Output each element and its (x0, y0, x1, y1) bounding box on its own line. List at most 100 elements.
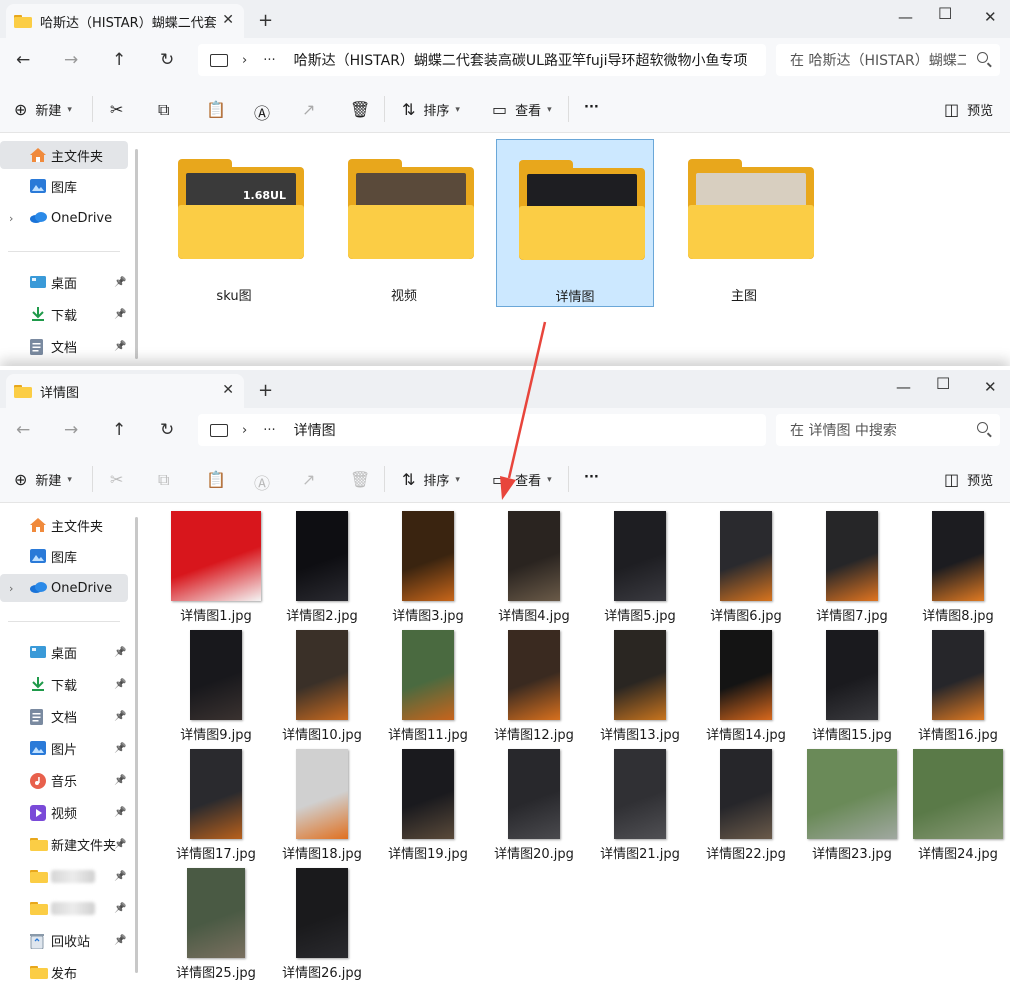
copy-button[interactable]: ⧉ (158, 470, 177, 490)
chevron-right-icon[interactable]: › (242, 53, 247, 68)
file-item[interactable]: 详情图5.jpg (587, 511, 693, 630)
sidebar-item[interactable]: 图库 (0, 542, 128, 570)
file-item[interactable]: 详情图19.jpg (375, 749, 481, 868)
delete-button[interactable]: 🗑 (350, 470, 378, 489)
file-item[interactable]: 详情图1.jpg (163, 511, 269, 630)
file-item[interactable]: 详情图13.jpg (587, 630, 693, 749)
cut-button[interactable]: ✂ (110, 470, 131, 489)
search-input[interactable]: 在 哈斯达（HISTAR）蝴蝶二 (790, 50, 966, 70)
refresh-icon[interactable]: ↻ (160, 420, 174, 440)
file-item[interactable]: 详情图4.jpg (481, 511, 587, 630)
file-item[interactable]: 详情图23.jpg (799, 749, 905, 868)
file-item[interactable]: 详情图3.jpg (375, 511, 481, 630)
search-box[interactable]: 在 哈斯达（HISTAR）蝴蝶二 (776, 44, 1000, 76)
close-window-icon[interactable]: ✕ (984, 8, 997, 26)
file-item[interactable]: 详情图17.jpg (163, 749, 269, 868)
breadcrumb-path[interactable]: 哈斯达（HISTAR）蝴蝶二代套装高碳UL路亚竿fuji导环超软微物小鱼专项 (294, 50, 748, 70)
view-button[interactable]: ▭ 查看 ▾ (492, 100, 552, 119)
tab-detail-folder[interactable]: 详情图 ✕ (6, 374, 244, 408)
file-item[interactable]: 详情图8.jpg (905, 511, 1010, 630)
file-item[interactable]: 详情图14.jpg (693, 630, 799, 749)
back-icon[interactable]: ← (16, 50, 30, 70)
search-box[interactable]: 在 详情图 中搜索 (776, 414, 1000, 446)
share-button[interactable]: ↗ (302, 470, 323, 489)
file-item[interactable]: 详情图21.jpg (587, 749, 693, 868)
close-tab-icon[interactable]: ✕ (222, 12, 234, 28)
refresh-icon[interactable]: ↻ (160, 50, 174, 70)
file-item[interactable]: 详情图18.jpg (269, 749, 375, 868)
sidebar-item[interactable]: 文档 📌 (0, 332, 128, 360)
sidebar-item[interactable]: 📌 (0, 894, 128, 922)
sort-button[interactable]: ⇅ 排序 ▾ (402, 470, 460, 489)
sidebar-item[interactable]: 音乐 📌 (0, 766, 128, 794)
chevron-right-icon[interactable]: › (9, 582, 13, 595)
share-button[interactable]: ↗ (302, 100, 323, 119)
file-item[interactable]: 详情图26.jpg (269, 868, 375, 984)
chevron-right-icon[interactable]: › (9, 212, 13, 225)
sidebar-item[interactable]: 下载 📌 (0, 300, 128, 328)
file-item[interactable]: 详情图2.jpg (269, 511, 375, 630)
folder-item[interactable]: 详情图 (496, 139, 654, 307)
sidebar-item[interactable]: 图片 📌 (0, 734, 128, 762)
close-tab-icon[interactable]: ✕ (222, 382, 234, 398)
file-item[interactable]: 详情图11.jpg (375, 630, 481, 749)
file-item[interactable]: 详情图24.jpg (905, 749, 1010, 868)
up-icon[interactable]: ↑ (112, 50, 126, 70)
sidebar-item[interactable]: 回收站 📌 (0, 926, 128, 954)
file-item[interactable]: 详情图16.jpg (905, 630, 1010, 749)
scrollbar[interactable] (135, 517, 138, 973)
file-item[interactable]: 详情图10.jpg (269, 630, 375, 749)
paste-button[interactable]: 📋 (206, 100, 234, 119)
tab-parent-folder[interactable]: 哈斯达（HISTAR）蝴蝶二代套 ✕ (6, 4, 244, 38)
breadcrumb-overflow[interactable]: ··· (263, 53, 275, 68)
sidebar-item[interactable]: 图库 (0, 172, 128, 200)
back-icon[interactable]: ← (16, 420, 30, 440)
file-item[interactable]: 详情图22.jpg (693, 749, 799, 868)
new-button[interactable]: ⊕ 新建 ▾ (14, 470, 72, 489)
file-item[interactable]: 详情图15.jpg (799, 630, 905, 749)
delete-button[interactable]: 🗑 (350, 100, 378, 119)
sidebar-item[interactable]: 桌面 📌 (0, 268, 128, 296)
preview-button[interactable]: ◫ 预览 (944, 470, 993, 489)
sidebar-item[interactable]: 桌面 📌 (0, 638, 128, 666)
forward-icon[interactable]: → (64, 420, 78, 440)
sidebar-item[interactable]: 发布 (0, 958, 128, 984)
folder-item[interactable]: 视频 (326, 139, 482, 305)
sidebar-item[interactable]: 主文件夹 (0, 141, 128, 169)
search-input[interactable]: 在 详情图 中搜索 (790, 420, 966, 440)
forward-icon[interactable]: → (64, 50, 78, 70)
maximize-icon[interactable]: ☐ (938, 4, 952, 23)
more-button[interactable]: ··· (584, 470, 599, 485)
breadcrumb-overflow[interactable]: ··· (263, 423, 275, 438)
file-item[interactable]: 详情图6.jpg (693, 511, 799, 630)
rename-button[interactable]: Ⓐ (254, 100, 278, 124)
sidebar-item[interactable]: 视频 📌 (0, 798, 128, 826)
sort-button[interactable]: ⇅ 排序 ▾ (402, 100, 460, 119)
chevron-right-icon[interactable]: › (242, 423, 247, 438)
new-button[interactable]: ⊕ 新建 ▾ (14, 100, 72, 119)
copy-button[interactable]: ⧉ (158, 100, 177, 120)
file-item[interactable]: 详情图9.jpg (163, 630, 269, 749)
close-window-icon[interactable]: ✕ (984, 378, 997, 396)
address-bar[interactable]: › ··· 哈斯达（HISTAR）蝴蝶二代套装高碳UL路亚竿fuji导环超软微物… (198, 44, 766, 76)
minimize-icon[interactable]: — (896, 378, 911, 396)
sidebar-item[interactable]: 文档 📌 (0, 702, 128, 730)
scrollbar[interactable] (135, 149, 138, 359)
up-icon[interactable]: ↑ (112, 420, 126, 440)
breadcrumb-path[interactable]: 详情图 (294, 420, 336, 440)
sidebar-item[interactable]: 📌 (0, 862, 128, 890)
sidebar-item[interactable]: › OneDrive (0, 204, 128, 232)
sidebar-item[interactable]: 主文件夹 (0, 511, 128, 539)
sidebar-item[interactable]: › OneDrive (0, 574, 128, 602)
folder-item[interactable]: 1.68UL sku图 (156, 139, 312, 305)
cut-button[interactable]: ✂ (110, 100, 131, 119)
sidebar-item[interactable]: 下载 📌 (0, 670, 128, 698)
view-button[interactable]: ▭ 查看 ▾ (492, 470, 552, 489)
file-item[interactable]: 详情图7.jpg (799, 511, 905, 630)
folder-item[interactable]: 主图 (666, 139, 822, 305)
new-tab-icon[interactable]: + (258, 380, 273, 401)
sidebar-item[interactable]: 新建文件夹 📌 (0, 830, 128, 858)
rename-button[interactable]: Ⓐ (254, 470, 278, 494)
file-item[interactable]: 详情图12.jpg (481, 630, 587, 749)
paste-button[interactable]: 📋 (206, 470, 234, 489)
